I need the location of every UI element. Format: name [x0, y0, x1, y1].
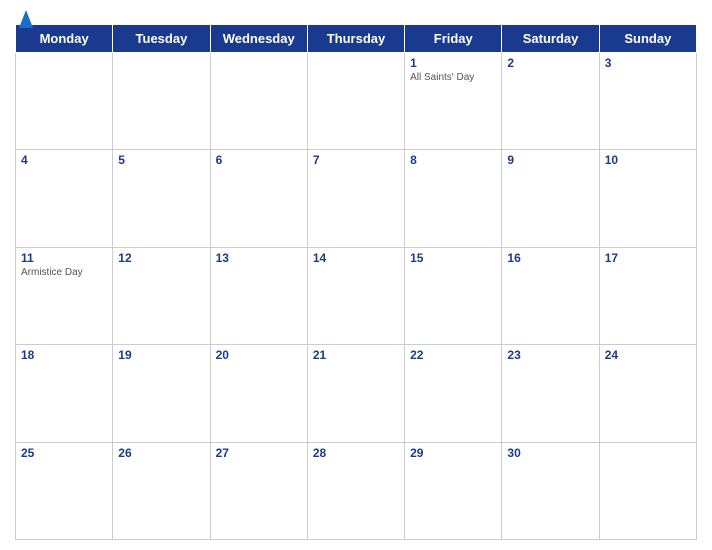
weekday-header-row: MondayTuesdayWednesdayThursdayFridaySatu… [16, 25, 697, 53]
calendar-cell: 25 [16, 442, 113, 539]
day-number: 16 [507, 251, 593, 265]
calendar-cell [113, 53, 210, 150]
day-number: 24 [605, 348, 691, 362]
day-number: 19 [118, 348, 204, 362]
calendar-cell: 27 [210, 442, 307, 539]
day-number: 18 [21, 348, 107, 362]
day-number: 23 [507, 348, 593, 362]
calendar-cell: 23 [502, 345, 599, 442]
calendar-cell: 18 [16, 345, 113, 442]
calendar-cell: 30 [502, 442, 599, 539]
calendar-cell: 5 [113, 150, 210, 247]
calendar-week-row: 25 26 27 28 29 30 [16, 442, 697, 539]
calendar-cell: 22 [405, 345, 502, 442]
day-number: 13 [216, 251, 302, 265]
calendar-week-row: 1 All Saints' Day 23 [16, 53, 697, 150]
calendar-cell: 8 [405, 150, 502, 247]
day-number: 14 [313, 251, 399, 265]
day-number: 12 [118, 251, 204, 265]
day-number: 6 [216, 153, 302, 167]
calendar-table: MondayTuesdayWednesdayThursdayFridaySatu… [15, 24, 697, 540]
calendar-cell: 1 All Saints' Day [405, 53, 502, 150]
day-number: 8 [410, 153, 496, 167]
calendar-cell: 7 [307, 150, 404, 247]
day-number: 30 [507, 446, 593, 460]
weekday-header-tuesday: Tuesday [113, 25, 210, 53]
calendar-cell: 6 [210, 150, 307, 247]
calendar-cell: 26 [113, 442, 210, 539]
calendar-cell: 9 [502, 150, 599, 247]
day-number: 3 [605, 56, 691, 70]
day-number: 5 [118, 153, 204, 167]
logo [15, 10, 33, 28]
day-number: 10 [605, 153, 691, 167]
day-number: 26 [118, 446, 204, 460]
weekday-header-sunday: Sunday [599, 25, 696, 53]
calendar-cell: 24 [599, 345, 696, 442]
calendar-cell: 4 [16, 150, 113, 247]
day-number: 9 [507, 153, 593, 167]
calendar-cell: 17 [599, 247, 696, 344]
day-number: 27 [216, 446, 302, 460]
day-number: 29 [410, 446, 496, 460]
calendar-wrapper: MondayTuesdayWednesdayThursdayFridaySatu… [0, 0, 712, 550]
calendar-header [15, 10, 697, 18]
calendar-cell: 29 [405, 442, 502, 539]
day-number: 2 [507, 56, 593, 70]
weekday-header-friday: Friday [405, 25, 502, 53]
calendar-cell: 10 [599, 150, 696, 247]
calendar-cell: 16 [502, 247, 599, 344]
calendar-cell [16, 53, 113, 150]
weekday-header-wednesday: Wednesday [210, 25, 307, 53]
calendar-cell [210, 53, 307, 150]
calendar-cell: 28 [307, 442, 404, 539]
calendar-cell: 14 [307, 247, 404, 344]
weekday-header-thursday: Thursday [307, 25, 404, 53]
calendar-cell: 13 [210, 247, 307, 344]
weekday-header-saturday: Saturday [502, 25, 599, 53]
calendar-cell [599, 442, 696, 539]
logo-triangle-icon [19, 10, 33, 28]
day-number: 28 [313, 446, 399, 460]
calendar-cell: 19 [113, 345, 210, 442]
day-number: 22 [410, 348, 496, 362]
calendar-week-row: 11 Armistice Day 12 13 14 15 16 17 [16, 247, 697, 344]
calendar-cell: 11 Armistice Day [16, 247, 113, 344]
calendar-cell: 20 [210, 345, 307, 442]
calendar-week-row: 456789 10 [16, 150, 697, 247]
day-number: 17 [605, 251, 691, 265]
day-number: 7 [313, 153, 399, 167]
day-number: 15 [410, 251, 496, 265]
calendar-cell: 21 [307, 345, 404, 442]
day-number: 11 [21, 251, 107, 265]
day-number: 25 [21, 446, 107, 460]
day-event: All Saints' Day [410, 72, 496, 83]
calendar-cell: 12 [113, 247, 210, 344]
calendar-cell: 3 [599, 53, 696, 150]
calendar-cell [307, 53, 404, 150]
calendar-cell: 2 [502, 53, 599, 150]
calendar-cell: 15 [405, 247, 502, 344]
day-event: Armistice Day [21, 267, 107, 278]
weekday-header-monday: Monday [16, 25, 113, 53]
day-number: 1 [410, 56, 496, 70]
calendar-week-row: 18 19 20 21 22 23 24 [16, 345, 697, 442]
day-number: 21 [313, 348, 399, 362]
day-number: 20 [216, 348, 302, 362]
day-number: 4 [21, 153, 107, 167]
